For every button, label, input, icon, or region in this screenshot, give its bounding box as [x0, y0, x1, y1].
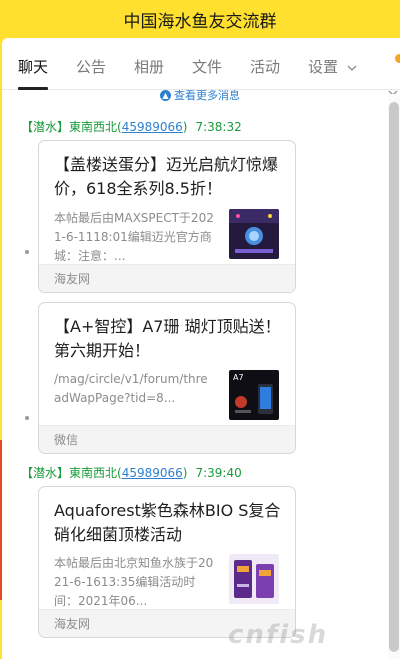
card-title: 【A+智控】A7珊 瑚灯顶贴送！第六期开始！	[54, 317, 281, 360]
chevron-down-icon	[347, 65, 357, 71]
app-frame: 中国海水鱼友交流群 聊天 公告 相册 文件 活动 设置 ▲ 查看更多消息 【潜水】…	[0, 0, 400, 659]
sender-qq-link[interactable]: 45989066	[122, 466, 183, 480]
card-source: 微信	[39, 425, 295, 453]
share-card[interactable]: 【A+智控】A7珊 瑚灯顶贴送！第六期开始！ /mag/circle/v1/fo…	[38, 302, 296, 454]
card-description: 本帖最后由MAXSPECT于2021-6-1118:01编辑迈光官方商城：注意：…	[54, 211, 214, 263]
message-time: 7:38:32	[195, 120, 242, 134]
card-description: /mag/circle/v1/forum/threadWapPage?tid=8…	[54, 372, 208, 405]
tab-bar: 聊天 公告 相册 文件 活动 设置	[2, 38, 400, 100]
tab-files[interactable]: 文件	[192, 38, 222, 90]
card-title: 【盖楼送蛋分】迈光启航灯惊爆价，618全系列8.5折！	[54, 155, 279, 198]
member-role: 【潜水】	[21, 120, 70, 134]
chat-message-area: ▲ 查看更多消息 【潜水】東南西北(45989066) 7:38:32 【盖楼送蛋分…	[2, 90, 388, 659]
sender-name[interactable]: 東南西北	[69, 120, 117, 134]
card-description: 本帖最后由北京知鱼水族于2021-6-1613:35编辑活动时间：2021年06…	[54, 556, 214, 608]
message-time: 7:39:40	[195, 466, 242, 480]
scrollbar-thumb[interactable]	[389, 102, 399, 652]
site-watermark: cnfish	[228, 620, 329, 650]
sender-qq-link[interactable]: 45989066	[122, 120, 183, 134]
notification-dot-icon	[395, 54, 400, 63]
window-titlebar: 中国海水鱼友交流群	[0, 0, 400, 38]
sender-name[interactable]: 東南西北	[69, 466, 117, 480]
share-card[interactable]: Aquaforest紫色森林BIO S复合硝化细菌顶楼活动 本帖最后由北京知鱼水…	[38, 486, 296, 638]
card-thumbnail	[229, 554, 279, 604]
tab-settings[interactable]: 设置	[308, 38, 357, 90]
card-thumbnail: A7	[229, 370, 279, 420]
card-source: 海友网	[39, 264, 295, 292]
tab-activity[interactable]: 活动	[250, 38, 280, 90]
card-title: Aquaforest紫色森林BIO S复合硝化细菌顶楼活动	[54, 501, 281, 544]
message-bullet	[25, 250, 29, 254]
tab-announcement[interactable]: 公告	[76, 38, 106, 90]
svg-text:A7: A7	[233, 373, 244, 382]
tab-chat[interactable]: 聊天	[18, 38, 49, 90]
message-bullet	[25, 416, 29, 420]
card-thumbnail	[229, 209, 279, 259]
view-more-messages-link[interactable]: ▲ 查看更多消息	[160, 90, 240, 102]
message-sender: 【潜水】東南西北(45989066) 7:38:32	[21, 120, 242, 134]
group-window: 聊天 公告 相册 文件 活动 设置 ▲ 查看更多消息 【潜水】東南西北(45989…	[2, 38, 400, 659]
window-title: 中国海水鱼友交流群	[123, 11, 277, 32]
message-sender: 【潜水】東南西北(45989066) 7:39:40	[21, 466, 242, 480]
arrow-up-icon: ▲	[160, 90, 171, 101]
member-role: 【潜水】	[21, 466, 70, 480]
tab-album[interactable]: 相册	[134, 38, 164, 90]
share-card[interactable]: 【盖楼送蛋分】迈光启航灯惊爆价，618全系列8.5折！ 本帖最后由MAXSPEC…	[38, 140, 296, 293]
